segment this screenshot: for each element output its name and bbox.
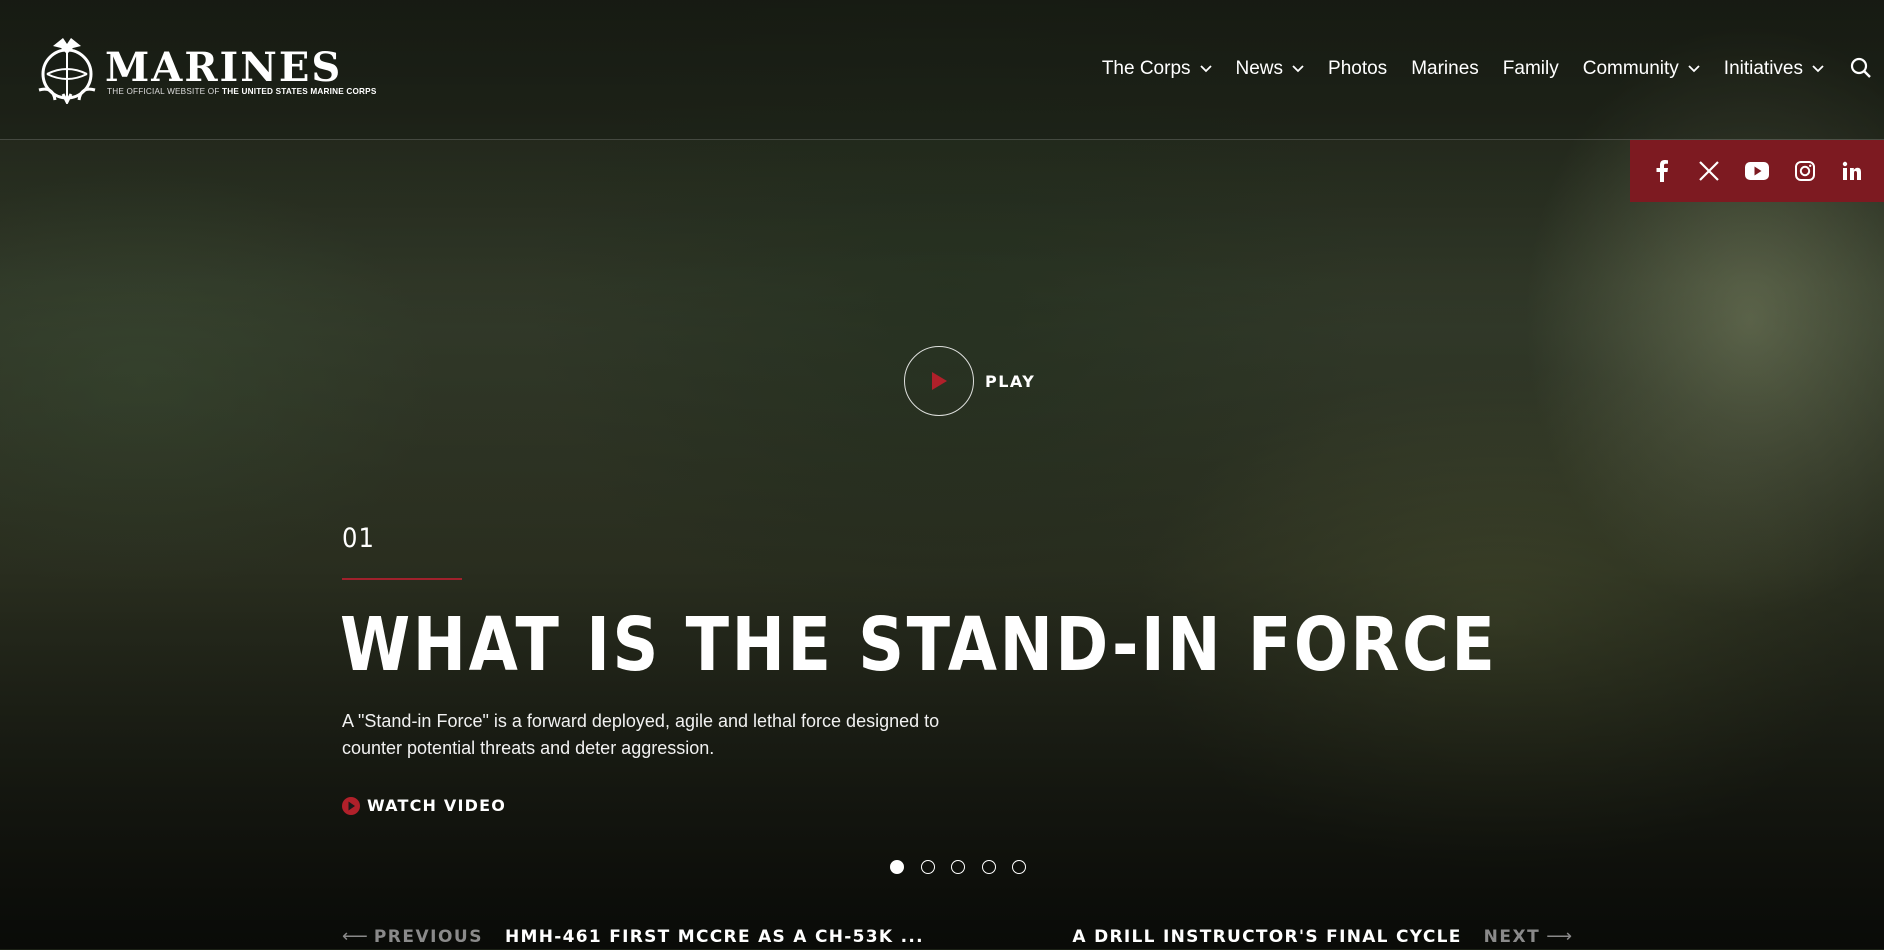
- carousel-dot-1[interactable]: [890, 860, 904, 874]
- logo-wordmark: MARINES: [105, 44, 343, 91]
- nav-label: Family: [1502, 58, 1559, 79]
- slide-number: 01: [342, 523, 375, 554]
- next-title: A DRILL INSTRUCTOR'S FINAL CYCLE: [1072, 926, 1462, 947]
- arrow-right-icon: ⟶: [1546, 926, 1572, 946]
- carousel-dots: [890, 860, 1043, 874]
- nav-label: Photos: [1328, 58, 1388, 79]
- nav-label: Initiatives: [1723, 58, 1803, 79]
- nav-label: Marines: [1411, 58, 1479, 79]
- slide-number-divider: [342, 578, 462, 580]
- next-slide-link[interactable]: A DRILL INSTRUCTOR'S FINAL CYCLE NEXT ⟶: [1072, 926, 1572, 947]
- chevron-down-icon: [1292, 65, 1304, 73]
- linkedin-icon[interactable]: [1840, 159, 1864, 183]
- site-header: MARINES THE OFFICIAL WEBSITE OF THE UNIT…: [0, 0, 1884, 140]
- logo-tagline: THE OFFICIAL WEBSITE OF THE UNITED STATE…: [107, 87, 377, 96]
- nav-label: Community: [1582, 58, 1679, 79]
- play-circle: [904, 346, 974, 416]
- play-icon: [932, 372, 947, 390]
- previous-label: PREVIOUS: [373, 926, 483, 947]
- tagline-strong: THE UNITED STATES MARINE CORPS: [222, 87, 377, 96]
- social-links-bar: [1630, 140, 1884, 202]
- chevron-down-icon: [1812, 65, 1824, 73]
- facebook-icon[interactable]: [1650, 159, 1674, 183]
- hero-title: WHAT IS THE STAND-IN FORCE: [340, 602, 1498, 688]
- nav-item-news[interactable]: News: [1236, 58, 1305, 80]
- nav-label: The Corps: [1101, 58, 1191, 79]
- tagline-prefix: THE OFFICIAL WEBSITE OF: [107, 87, 220, 96]
- site-logo[interactable]: MARINES THE OFFICIAL WEBSITE OF THE UNIT…: [33, 34, 388, 104]
- chevron-down-icon: [1688, 65, 1700, 73]
- nav-item-the-corps[interactable]: The Corps: [1102, 58, 1212, 80]
- previous-title: HMH-461 FIRST MCCRE AS A CH-53K ...: [504, 926, 924, 947]
- youtube-icon[interactable]: [1744, 159, 1769, 183]
- nav-label: News: [1235, 58, 1284, 79]
- hero-overlay: [0, 0, 1884, 949]
- x-icon[interactable]: [1697, 159, 1721, 183]
- play-circle-icon: [342, 796, 360, 815]
- carousel-dot-3[interactable]: [951, 860, 965, 874]
- instagram-icon[interactable]: [1793, 159, 1817, 183]
- previous-slide-link[interactable]: ⟵ PREVIOUS HMH-461 FIRST MCCRE AS A CH-5…: [342, 926, 924, 947]
- slide-pager: ⟵ PREVIOUS HMH-461 FIRST MCCRE AS A CH-5…: [342, 926, 1572, 950]
- carousel-dot-4[interactable]: [981, 860, 996, 874]
- nav-item-family[interactable]: Family: [1503, 58, 1559, 80]
- nav-item-community[interactable]: Community: [1583, 58, 1700, 80]
- chevron-down-icon: [1199, 65, 1212, 73]
- carousel-dot-2[interactable]: [920, 860, 935, 874]
- search-icon[interactable]: [1850, 57, 1872, 79]
- nav-item-initiatives[interactable]: Initiatives: [1724, 58, 1824, 80]
- nav-item-marines[interactable]: Marines: [1411, 58, 1479, 80]
- watch-video-label: WATCH VIDEO: [367, 796, 507, 815]
- watch-video-link[interactable]: WATCH VIDEO: [342, 796, 506, 815]
- hero-description: A "Stand-in Force" is a forward deployed…: [342, 711, 940, 758]
- play-label: PLAY: [985, 371, 1036, 391]
- play-video-button[interactable]: PLAY: [904, 346, 1035, 416]
- nav-item-photos[interactable]: Photos: [1328, 58, 1387, 80]
- eagle-globe-anchor-icon: [38, 38, 96, 104]
- next-label: NEXT: [1483, 926, 1541, 947]
- main-nav: The Corps News Photos Marines Family Com…: [1078, 58, 1824, 80]
- arrow-left-icon: ⟵: [342, 926, 368, 946]
- carousel-dot-5[interactable]: [1012, 860, 1026, 874]
